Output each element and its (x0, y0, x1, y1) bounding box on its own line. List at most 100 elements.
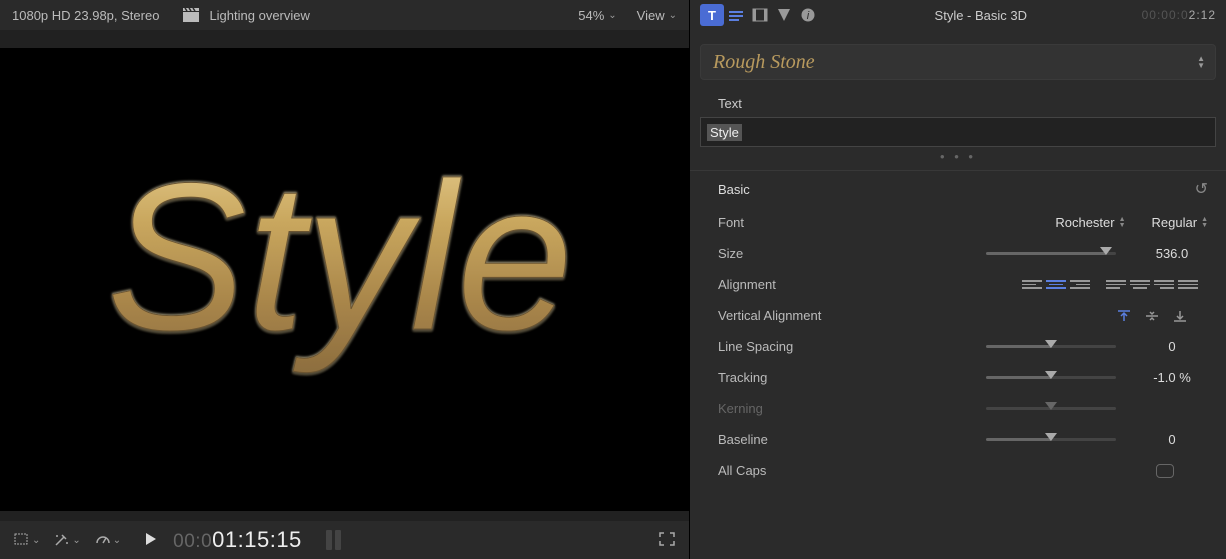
retime-tool[interactable]: ⌄ (95, 533, 121, 547)
valign-label: Vertical Alignment (718, 308, 888, 323)
all-caps-label: All Caps (718, 463, 848, 478)
prop-font: Font Rochester ▲▼ Regular ▲▼ (690, 207, 1226, 238)
drag-handle-icon[interactable]: • • • (690, 147, 1226, 170)
tab-info-filter-icon[interactable] (772, 4, 796, 26)
baseline-label: Baseline (718, 432, 848, 447)
tab-video-icon[interactable] (748, 4, 772, 26)
alignment-label: Alignment (718, 277, 848, 292)
inspector-header: T i Style - Basic 3D 00:00:02:12 (690, 0, 1226, 30)
tab-info-icon[interactable]: i (796, 4, 820, 26)
inspector-panel: T i Style - Basic 3D 00:00:02:12 Rough S… (690, 0, 1226, 559)
text-input[interactable]: Style (700, 117, 1216, 147)
font-weight-dropdown[interactable]: Regular ▲▼ (1152, 215, 1208, 230)
view-label: View (637, 8, 665, 23)
chevron-down-icon: ⌄ (608, 10, 616, 21)
chevron-down-icon: ⌄ (72, 535, 80, 546)
inspector-tabs: T i (700, 4, 820, 26)
text-input-value: Style (707, 124, 742, 141)
insp-timecode-dim: 00:00:0 (1142, 8, 1189, 22)
prop-baseline: Baseline 0 (690, 424, 1226, 455)
tracking-slider[interactable] (986, 376, 1116, 379)
size-label: Size (718, 246, 848, 261)
svg-text:Style: Style (106, 139, 573, 374)
prop-valign: Vertical Alignment (690, 300, 1226, 331)
insp-timecode-lit: 2:12 (1189, 8, 1216, 22)
timecode-bright: 01:15:15 (212, 527, 302, 552)
prop-tracking: Tracking -1.0 % (690, 362, 1226, 393)
audio-meter[interactable] (326, 530, 341, 550)
preview-text-style: Style (65, 109, 625, 469)
timecode-dim: 00:0 (173, 531, 212, 552)
chevron-down-icon: ⌄ (113, 535, 121, 546)
prop-line-spacing: Line Spacing 0 (690, 331, 1226, 362)
align-justify-right-button[interactable] (1154, 277, 1174, 293)
viewer-timecode[interactable]: 00:001:15:15 (173, 527, 302, 553)
baseline-slider[interactable] (986, 438, 1116, 441)
prop-alignment: Alignment (690, 269, 1226, 300)
line-spacing-slider[interactable] (986, 345, 1116, 348)
slider-thumb-icon[interactable] (1100, 247, 1112, 255)
viewer-footer: ⌄ ⌄ ⌄ 00:001:15:15 (0, 521, 689, 559)
valign-buttons (1116, 309, 1188, 323)
align-right-button[interactable] (1070, 277, 1090, 293)
prop-all-caps: All Caps (690, 455, 1226, 486)
view-menu[interactable]: View ⌄ (637, 8, 677, 23)
inspector-title: Style - Basic 3D (826, 8, 1136, 23)
slider-thumb-icon (1045, 402, 1057, 410)
stepper-arrows-icon: ▲▼ (1197, 55, 1205, 69)
line-spacing-label: Line Spacing (718, 339, 848, 354)
tracking-value[interactable]: -1.0 % (1136, 370, 1208, 385)
prop-kerning: Kerning (690, 393, 1226, 424)
zoom-value: 54% (578, 8, 604, 23)
valign-bottom-button[interactable] (1172, 309, 1188, 323)
transform-tool[interactable]: ⌄ (14, 533, 40, 547)
preset-name-label: Rough Stone (713, 51, 815, 74)
chevron-down-icon: ⌄ (32, 535, 40, 546)
tab-title-icon[interactable] (724, 4, 748, 26)
kerning-slider (986, 407, 1116, 410)
tracking-label: Tracking (718, 370, 848, 385)
prop-size: Size 536.0 (690, 238, 1226, 269)
align-justify-all-button[interactable] (1178, 277, 1198, 293)
all-caps-checkbox[interactable] (1156, 464, 1174, 478)
stepper-arrows-icon: ▲▼ (1201, 217, 1208, 229)
inspector-timecode: 00:00:02:12 (1142, 8, 1216, 22)
align-left-button[interactable] (1022, 277, 1042, 293)
size-value[interactable]: 536.0 (1136, 246, 1208, 261)
play-button[interactable] (145, 532, 157, 549)
slider-thumb-icon[interactable] (1045, 371, 1057, 379)
tab-text-icon[interactable]: T (700, 4, 724, 26)
basic-group-header[interactable]: Basic ↺ (690, 170, 1226, 207)
kerning-label: Kerning (718, 401, 848, 416)
align-justify-center-button[interactable] (1130, 277, 1150, 293)
basic-group-label: Basic (718, 182, 750, 197)
font-family-dropdown[interactable]: Rochester ▲▼ (1055, 215, 1125, 230)
font-weight-value: Regular (1152, 215, 1198, 230)
clapperboard-icon (183, 8, 199, 22)
line-spacing-value[interactable]: 0 (1136, 339, 1208, 354)
valign-top-button[interactable] (1116, 309, 1132, 323)
reset-button[interactable]: ↺ (1195, 179, 1208, 199)
viewer-panel: 1080p HD 23.98p, Stereo Lighting overvie… (0, 0, 690, 559)
font-family-value: Rochester (1055, 215, 1114, 230)
text-section-label: Text (690, 86, 1226, 117)
font-label: Font (718, 215, 848, 230)
fullscreen-button[interactable] (659, 532, 675, 549)
enhance-tool[interactable]: ⌄ (54, 533, 80, 547)
svg-text:T: T (708, 8, 716, 22)
viewer-header: 1080p HD 23.98p, Stereo Lighting overvie… (0, 0, 689, 30)
align-justify-left-button[interactable] (1106, 277, 1126, 293)
chevron-down-icon: ⌄ (669, 10, 677, 21)
baseline-value[interactable]: 0 (1136, 432, 1208, 447)
valign-middle-button[interactable] (1144, 309, 1160, 323)
viewer-canvas[interactable]: Style (0, 48, 689, 511)
zoom-dropdown[interactable]: 54% ⌄ (578, 8, 616, 23)
size-slider[interactable] (986, 252, 1116, 255)
clip-name: Lighting overview (209, 8, 309, 23)
align-center-button[interactable] (1046, 277, 1066, 293)
preset-dropdown[interactable]: Rough Stone ▲▼ (700, 44, 1216, 80)
format-label: 1080p HD 23.98p, Stereo (12, 8, 159, 23)
slider-thumb-icon[interactable] (1045, 433, 1057, 441)
stepper-arrows-icon: ▲▼ (1119, 217, 1126, 229)
slider-thumb-icon[interactable] (1045, 340, 1057, 348)
